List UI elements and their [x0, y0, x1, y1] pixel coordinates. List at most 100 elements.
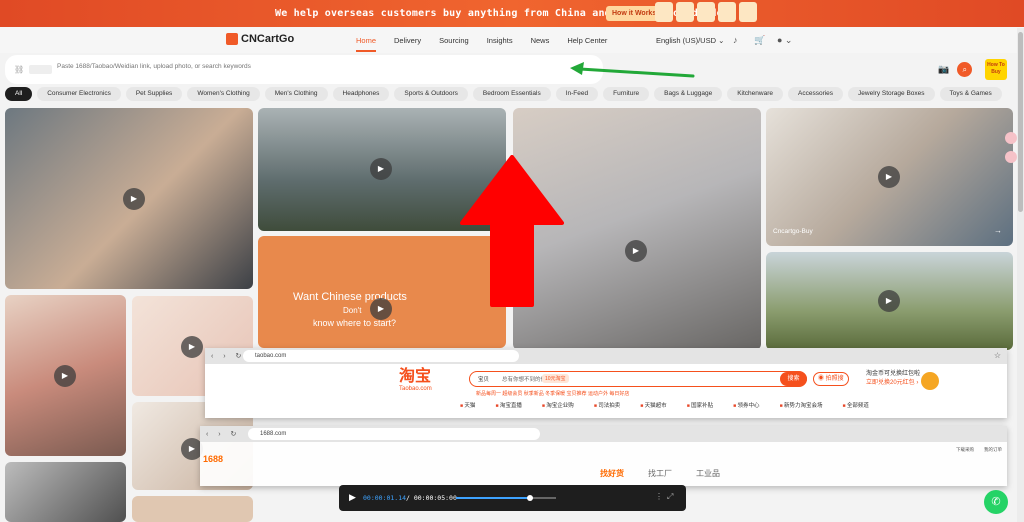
category-chip[interactable]: Toys & Games [939, 87, 1002, 101]
play-icon[interactable]: ▶ [54, 365, 76, 387]
video-progress-knob[interactable] [527, 495, 533, 501]
search-button[interactable]: ⌕ [957, 62, 973, 77]
browser-toolbar: ‹ › ↻ taobao.com ☆ [205, 348, 1007, 364]
video-tile[interactable]: ▶ Cncartgo-Buy → [766, 108, 1013, 246]
search-tools: 📷 ⌕ [938, 62, 973, 77]
promo-line-2: 立即兑换20元红包 › [866, 380, 919, 386]
more-options-icon[interactable]: ⋮ [655, 492, 663, 501]
link-icon: ⛓ [14, 65, 25, 74]
taobao-logo[interactable]: 淘宝 [399, 369, 431, 385]
channel-item[interactable]: 司法拍卖 [594, 401, 620, 409]
product-thumb-icon [739, 2, 757, 22]
page-scrollbar[interactable] [1017, 28, 1024, 522]
arrow-right-icon[interactable]: → [994, 226, 1002, 235]
whatsapp-icon[interactable]: ✆ [984, 490, 1008, 514]
address-bar[interactable]: 1688.com [248, 428, 540, 440]
browser-toolbar: ‹ › ↻ 1688.com [200, 426, 1007, 442]
nav-sourcing[interactable]: Sourcing [439, 36, 469, 45]
channel-item[interactable]: 天猫 [460, 401, 475, 409]
nav-delivery[interactable]: Delivery [394, 36, 421, 45]
search-input[interactable] [57, 63, 457, 70]
taobao-promo[interactable]: 淘金币可兑换红包啦 立即兑换20元红包 › [866, 370, 920, 388]
gold-coin-icon [921, 372, 939, 390]
browser-nav-icons[interactable]: ‹ › ↻ [211, 352, 245, 360]
promo-line-1: 淘金币可兑换红包啦 [866, 371, 921, 377]
alibaba-logo[interactable]: 1688 [203, 454, 223, 464]
my-orders-link[interactable]: 我的订单 [984, 447, 1002, 453]
category-chip[interactable]: Jewelry Storage Boxes [848, 87, 935, 101]
play-icon[interactable]: ▶ [625, 240, 647, 262]
tab-industrial[interactable]: 工业品 [696, 468, 720, 479]
alibaba-tools: 下载采购 我的订单 [956, 447, 1002, 453]
category-chip[interactable]: All [5, 87, 33, 101]
camera-icon[interactable]: 📷 [938, 64, 949, 75]
play-icon[interactable]: ▶ [370, 158, 392, 180]
screenshot: We help overseas customers buy anything … [0, 0, 1024, 522]
platform-chips [29, 65, 52, 74]
address-bar[interactable]: taobao.com [243, 350, 519, 362]
nav-home[interactable]: Home [356, 36, 377, 52]
play-icon[interactable]: ▶ [181, 336, 203, 358]
category-chip[interactable]: In-Feed [555, 87, 599, 101]
video-progress-track[interactable] [456, 495, 556, 501]
video-tile[interactable]: ▶ [766, 252, 1013, 350]
bookmark-star-icon[interactable]: ☆ [994, 351, 1001, 360]
video-tile[interactable] [5, 462, 126, 522]
channel-item[interactable]: 全部频道 [843, 401, 869, 409]
play-icon[interactable]: ▶ [349, 492, 356, 503]
fullscreen-icon[interactable]: ⤢ [667, 492, 673, 502]
play-icon[interactable]: ▶ [878, 166, 900, 188]
category-chip[interactable]: Women's Clothing [187, 87, 260, 101]
category-chip[interactable]: Kitchenware [727, 87, 783, 101]
site-logo[interactable]: CNCartGo [226, 33, 294, 45]
category-chip[interactable]: Furniture [603, 87, 650, 101]
product-thumb-icon [718, 2, 736, 22]
language-selector[interactable]: English (US)/USD ⌄ [656, 36, 724, 45]
channel-item[interactable]: 淘宝企业购 [542, 401, 574, 409]
how-it-works-button[interactable]: How it Works [606, 6, 663, 21]
taobao-search-button[interactable]: 搜索 [780, 372, 807, 386]
map-subtitle-1: Don't [343, 306, 362, 315]
category-chip[interactable]: Bedroom Essentials [472, 87, 551, 101]
channel-item[interactable]: 淘宝直播 [495, 401, 522, 409]
tab-find-goods[interactable]: 找好货 [600, 468, 624, 479]
browser-nav-icons[interactable]: ‹ › ↻ [206, 430, 240, 438]
play-icon[interactable]: ▶ [123, 188, 145, 210]
channel-item[interactable]: 新势力淘宝会场 [780, 401, 823, 409]
download-purchase-link[interactable]: 下载采购 [956, 447, 974, 453]
map-title: Want Chinese products [293, 291, 407, 303]
avatar-dropdown-icon[interactable]: ● ⌄ [777, 35, 792, 46]
side-float-icon[interactable] [1005, 151, 1017, 163]
category-chip[interactable]: Bags & Luggage [654, 87, 723, 101]
cart-icon[interactable]: 🛒 [754, 35, 765, 46]
category-chip[interactable]: Consumer Electronics [37, 87, 121, 101]
taobao-search-tag[interactable]: 10元淘宝 [542, 374, 569, 383]
category-chip[interactable]: Men's Clothing [264, 87, 328, 101]
taobao-hot-words[interactable]: 新品每周一 超级会员 秋季新品 冬季保暖 宝贝推荐 运动户外 每日好店 [476, 390, 629, 397]
nav-help-center[interactable]: Help Center [567, 36, 607, 45]
scrollbar-thumb[interactable] [1018, 32, 1023, 212]
bell-icon[interactable]: ♪ [733, 35, 738, 45]
taobao-search-prefix[interactable]: 宝贝 [478, 375, 489, 383]
video-tile[interactable]: ▶ [5, 108, 253, 289]
taobao-search-input[interactable]: 宝贝 总有你想不到的低价 10元淘宝 [469, 371, 807, 387]
tab-find-factory[interactable]: 找工厂 [648, 468, 672, 479]
video-tile[interactable]: ▶ [5, 295, 126, 456]
taobao-photo-search[interactable]: ◉ 拍照搜 [813, 372, 849, 386]
channel-item[interactable]: 领券中心 [733, 401, 760, 409]
category-chip[interactable]: Sports & Outdoors [394, 87, 468, 101]
play-icon[interactable]: ▶ [878, 290, 900, 312]
category-chip[interactable]: Accessories [788, 87, 844, 101]
search-bar: ⛓ [5, 55, 603, 84]
category-chip[interactable]: Headphones [332, 87, 390, 101]
category-chip[interactable]: Pet Supplies [125, 87, 183, 101]
video-tile[interactable] [132, 496, 253, 522]
red-annotation-arrow [460, 155, 564, 307]
channel-item[interactable]: 国家补贴 [687, 401, 713, 409]
how-to-buy-badge[interactable]: How To Buy [985, 59, 1007, 80]
nav-insights[interactable]: Insights [487, 36, 513, 45]
nav-news[interactable]: News [531, 36, 550, 45]
play-icon[interactable]: ▶ [370, 298, 392, 320]
channel-item[interactable]: 天猫超市 [640, 401, 667, 409]
side-float-icon[interactable] [1005, 132, 1017, 144]
